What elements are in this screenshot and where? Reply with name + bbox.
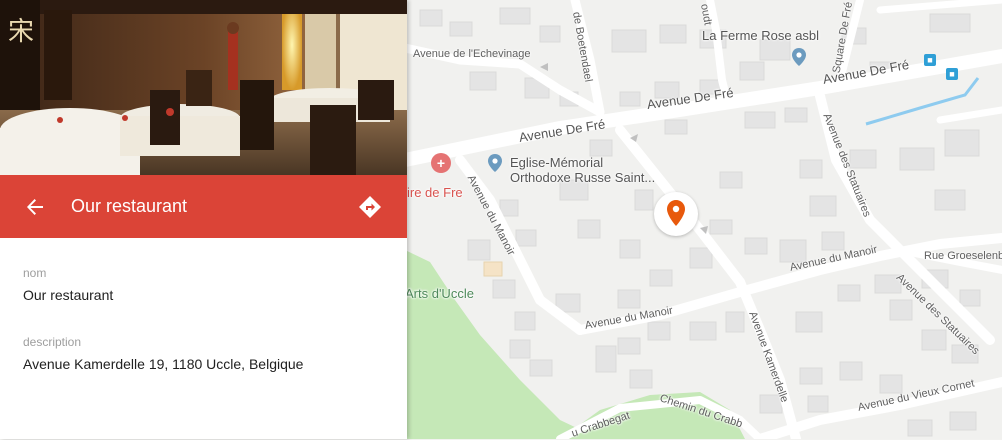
bus-stop-icon[interactable]: ■ <box>924 54 936 66</box>
hospital-icon[interactable]: + <box>431 153 451 173</box>
bus-stop-icon[interactable]: ■ <box>946 68 958 80</box>
field-label: description <box>23 335 82 349</box>
map-label-eglise: Eglise-Mémorial Orthodoxe Russe Saint... <box>510 155 656 185</box>
field-nom: nom Our restaurant <box>23 266 113 303</box>
field-label: nom <box>23 266 47 280</box>
map-label-groeselenb: Rue Groeselenbe <box>924 250 1002 262</box>
map-label-echevinage: Avenue de l'Echevinage <box>413 48 531 60</box>
place-pin-icon[interactable] <box>792 48 806 66</box>
map-label-ferme-rose: La Ferme Rose asbl <box>702 28 820 43</box>
restaurant-marker[interactable] <box>654 192 698 236</box>
panel-title: Our restaurant <box>71 196 188 216</box>
field-description: description Avenue Kamerdelle 19, 1180 U… <box>23 335 303 372</box>
map-label-fre-poi: ire de Fre <box>407 185 463 200</box>
church-pin-icon[interactable] <box>488 154 502 172</box>
arrow-back-icon <box>27 198 43 215</box>
map-label-arts-uccle: Arts d'Uccle <box>405 286 474 301</box>
directions-button[interactable] <box>355 192 385 222</box>
field-value: Our restaurant <box>23 287 114 303</box>
panel-header: Our restaurant <box>0 175 407 238</box>
svg-text:宋: 宋 <box>8 17 34 47</box>
restaurant-photo: 宋 <box>0 0 407 175</box>
field-value: Avenue Kamerdelle 19, 1180 Uccle, Belgiq… <box>23 356 304 372</box>
location-marker-icon <box>667 200 685 226</box>
directions-icon <box>359 195 381 218</box>
place-details-panel: 宋 Our restaurant nom Our restaurant desc… <box>0 0 407 439</box>
back-button[interactable] <box>20 192 50 222</box>
